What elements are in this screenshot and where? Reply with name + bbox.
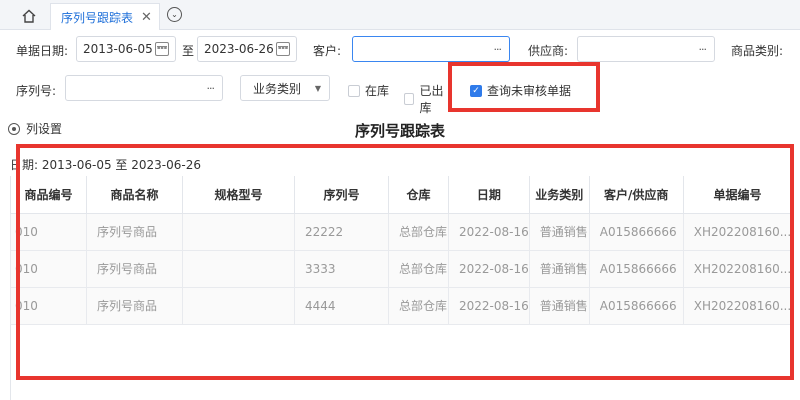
tab-bar: 序列号跟踪表 ✕ ⌄ <box>0 0 800 30</box>
date-from-input[interactable]: 2013-06-05 <box>76 36 176 62</box>
in-stock-checkbox[interactable]: 在库 <box>348 82 389 99</box>
highlight-box-checkbox <box>448 62 600 112</box>
biztype-select[interactable]: 业务类别 ▼ <box>240 75 330 101</box>
supplier-input[interactable]: ··· <box>577 36 715 62</box>
serial-label: 序列号: <box>16 84 57 98</box>
chevron-down-icon[interactable]: ⌄ <box>167 7 182 22</box>
serial-input[interactable]: ··· <box>65 75 223 101</box>
tab-label: 序列号跟踪表 <box>61 10 134 25</box>
ellipsis-icon[interactable]: ··· <box>699 43 707 56</box>
supplier-label: 供应商: <box>528 44 569 58</box>
checkbox-box[interactable] <box>404 93 415 105</box>
ellipsis-icon[interactable]: ··· <box>207 82 215 95</box>
date-label: 单据日期: <box>16 44 69 58</box>
customer-label: 客户: <box>313 44 342 58</box>
highlight-box-table <box>16 144 794 380</box>
calendar-icon[interactable] <box>155 42 169 56</box>
category-label: 商品类别: <box>731 44 784 58</box>
ellipsis-icon[interactable]: ··· <box>494 43 502 56</box>
close-icon[interactable]: ✕ <box>141 10 152 25</box>
home-icon[interactable] <box>14 6 44 26</box>
customer-input[interactable]: ··· <box>352 36 510 62</box>
report-title: 序列号跟踪表 <box>354 122 445 140</box>
caret-down-icon: ▼ <box>314 84 321 93</box>
out-stock-checkbox[interactable]: 已出库 <box>404 82 450 116</box>
checkbox-box[interactable] <box>348 84 360 97</box>
calendar-icon[interactable] <box>276 42 290 56</box>
date-to-input[interactable]: 2023-06-26 <box>197 36 297 62</box>
to-label: 至 <box>182 44 195 58</box>
tab-serial-tracking[interactable]: 序列号跟踪表 ✕ <box>50 3 160 30</box>
